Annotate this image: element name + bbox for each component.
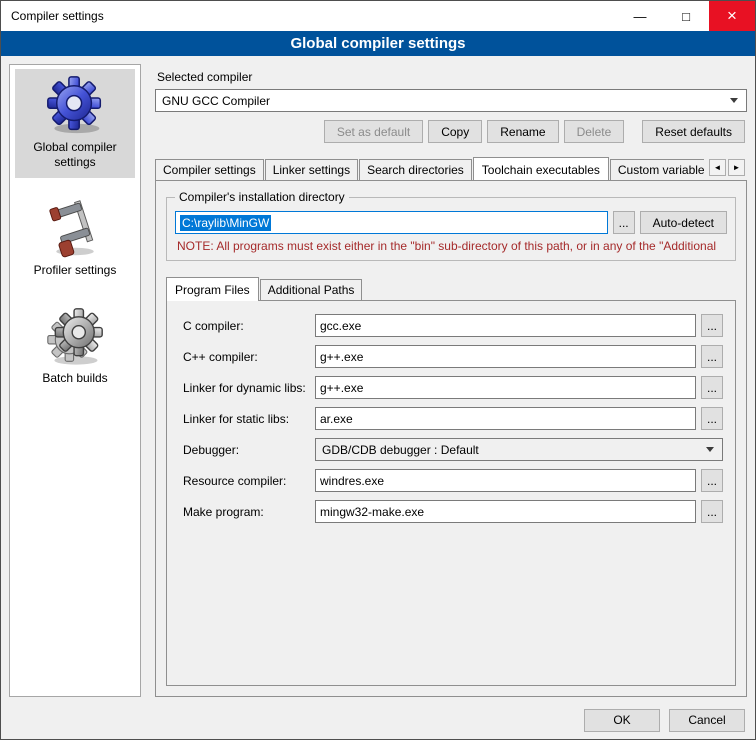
- input-value: g++.exe: [320, 350, 363, 364]
- groupbox-title: Compiler's installation directory: [175, 190, 349, 204]
- debugger-select[interactable]: GDB/CDB debugger : Default: [315, 438, 723, 461]
- field-row-debugger: Debugger: GDB/CDB debugger : Default: [183, 438, 723, 461]
- delete-button[interactable]: Delete: [564, 120, 625, 143]
- browse-button[interactable]: ...: [701, 314, 723, 337]
- tab-toolchain-executables[interactable]: Toolchain executables: [473, 157, 609, 180]
- browse-button[interactable]: ...: [701, 376, 723, 399]
- page-title: Global compiler settings: [1, 31, 755, 56]
- title-bar[interactable]: Compiler settings — □ ×: [1, 1, 755, 31]
- autodetect-button[interactable]: Auto-detect: [640, 211, 727, 234]
- subtab-program-files[interactable]: Program Files: [166, 277, 259, 301]
- sidebar-item-profiler-settings[interactable]: Profiler settings: [15, 192, 135, 286]
- minimize-icon: —: [634, 9, 647, 24]
- window-title: Compiler settings: [1, 1, 617, 31]
- rename-button[interactable]: Rename: [487, 120, 558, 143]
- field-label: C compiler:: [183, 319, 315, 333]
- dialog-content: Global compiler settings Profiler settin…: [1, 56, 755, 701]
- input-value: gcc.exe: [320, 319, 361, 333]
- tab-compiler-settings[interactable]: Compiler settings: [155, 159, 264, 180]
- arrow-right-icon: ►: [733, 163, 741, 172]
- sidebar-item-batch-builds[interactable]: Batch builds: [15, 300, 135, 394]
- set-as-default-button[interactable]: Set as default: [324, 120, 423, 143]
- arrow-left-icon: ◄: [714, 163, 722, 172]
- toolchain-executables-panel: Compiler's installation directory C:\ray…: [155, 180, 747, 697]
- field-row-dynamic-linker: Linker for dynamic libs: g++.exe ...: [183, 376, 723, 399]
- sidebar-item-global-compiler-settings[interactable]: Global compiler settings: [15, 69, 135, 178]
- browse-button[interactable]: ...: [701, 407, 723, 430]
- bin-subdirectory-note: NOTE: All programs must exist either in …: [177, 239, 725, 253]
- tab-custom-variables[interactable]: Custom variables: [610, 159, 704, 180]
- reset-defaults-button[interactable]: Reset defaults: [642, 120, 745, 143]
- copy-button[interactable]: Copy: [428, 120, 482, 143]
- chevron-down-icon: [730, 98, 738, 103]
- input-value: mingw32-make.exe: [320, 505, 424, 519]
- install-dir-value: C:\raylib\MinGW: [180, 215, 271, 231]
- field-row-static-linker: Linker for static libs: ar.exe ...: [183, 407, 723, 430]
- c-compiler-input[interactable]: gcc.exe: [315, 314, 696, 337]
- field-label: Debugger:: [183, 443, 315, 457]
- make-program-input[interactable]: mingw32-make.exe: [315, 500, 696, 523]
- field-label: Linker for static libs:: [183, 412, 315, 426]
- cpp-compiler-input[interactable]: g++.exe: [315, 345, 696, 368]
- static-libs-linker-input[interactable]: ar.exe: [315, 407, 696, 430]
- field-label: Make program:: [183, 505, 315, 519]
- field-label: C++ compiler:: [183, 350, 315, 364]
- cancel-button[interactable]: Cancel: [669, 709, 745, 732]
- tab-scroll-left-button[interactable]: ◄: [709, 159, 726, 176]
- browse-button[interactable]: ...: [701, 345, 723, 368]
- close-icon: ×: [727, 6, 737, 26]
- browse-button[interactable]: ...: [701, 469, 723, 492]
- selected-compiler-label: Selected compiler: [157, 70, 747, 84]
- input-value: windres.exe: [320, 474, 384, 488]
- resource-compiler-input[interactable]: windres.exe: [315, 469, 696, 492]
- compiler-select-value: GNU GCC Compiler: [156, 94, 722, 108]
- compiler-buttons-row: Set as default Copy Rename Delete Reset …: [155, 120, 747, 143]
- installation-directory-row: C:\raylib\MinGW ... Auto-detect: [175, 211, 727, 234]
- tab-linker-settings[interactable]: Linker settings: [265, 159, 358, 180]
- field-row-cpp-compiler: C++ compiler: g++.exe ...: [183, 345, 723, 368]
- close-button[interactable]: ×: [709, 1, 755, 31]
- sidebar-item-label: Batch builds: [42, 371, 107, 386]
- main-panel: Selected compiler GNU GCC Compiler Set a…: [151, 64, 747, 697]
- compiler-select[interactable]: GNU GCC Compiler: [155, 89, 747, 112]
- ok-button[interactable]: OK: [584, 709, 660, 732]
- dynamic-libs-linker-input[interactable]: g++.exe: [315, 376, 696, 399]
- settings-tabbar: Compiler settings Linker settings Search…: [155, 155, 747, 180]
- field-label: Resource compiler:: [183, 474, 315, 488]
- debugger-select-value: GDB/CDB debugger : Default: [316, 443, 698, 457]
- tab-scroll-buttons: ◄ ►: [704, 159, 747, 180]
- program-files-panel: C compiler: gcc.exe ... C++ compiler: g+…: [166, 300, 736, 686]
- input-value: ar.exe: [320, 412, 353, 426]
- browse-button[interactable]: ...: [701, 500, 723, 523]
- program-files-tabbar: Program Files Additional Paths: [166, 275, 736, 300]
- clamp-icon: [45, 198, 105, 258]
- sidebar-item-label: Profiler settings: [34, 263, 117, 278]
- field-row-resource-compiler: Resource compiler: windres.exe ...: [183, 469, 723, 492]
- install-dir-input[interactable]: C:\raylib\MinGW: [175, 211, 608, 234]
- maximize-icon: □: [682, 9, 690, 24]
- gear-blue-icon: [45, 75, 105, 135]
- minimize-button[interactable]: —: [617, 1, 663, 31]
- settings-category-list: Global compiler settings Profiler settin…: [9, 64, 141, 697]
- field-row-make-program: Make program: mingw32-make.exe ...: [183, 500, 723, 523]
- field-row-c-compiler: C compiler: gcc.exe ...: [183, 314, 723, 337]
- subtab-additional-paths[interactable]: Additional Paths: [260, 279, 363, 300]
- sidebar-item-label: Global compiler settings: [17, 140, 133, 170]
- tab-search-directories[interactable]: Search directories: [359, 159, 472, 180]
- field-label: Linker for dynamic libs:: [183, 381, 315, 395]
- dialog-footer: OK Cancel: [1, 701, 755, 739]
- install-dir-browse-button[interactable]: ...: [613, 211, 635, 234]
- maximize-button[interactable]: □: [663, 1, 709, 31]
- compiler-settings-dialog: Compiler settings — □ × Global compiler …: [0, 0, 756, 740]
- installation-directory-groupbox: Compiler's installation directory C:\ray…: [166, 197, 736, 261]
- chevron-down-icon: [706, 447, 714, 452]
- input-value: g++.exe: [320, 381, 363, 395]
- tab-scroll-right-button[interactable]: ►: [728, 159, 745, 176]
- settings-tabstrip: Compiler settings Linker settings Search…: [155, 155, 704, 180]
- gear-gray-icon: [45, 306, 105, 366]
